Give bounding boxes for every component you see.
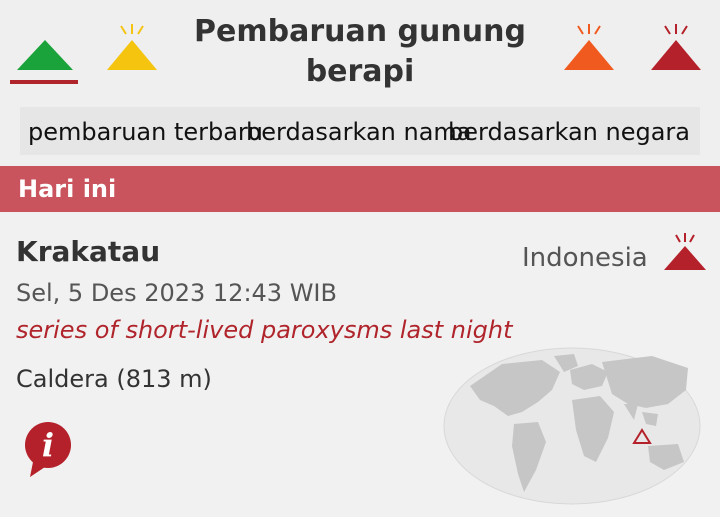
yellow-volcano-icon: [107, 24, 157, 70]
update-note: series of short-lived paroxysms last nig…: [16, 316, 513, 344]
info-icon[interactable]: i: [24, 421, 74, 479]
level-normal-button[interactable]: [12, 18, 78, 88]
red-volcano-icon: [651, 24, 701, 70]
tab-latest[interactable]: pembaruan terbaru: [28, 117, 263, 147]
green-volcano-icon: [17, 40, 73, 70]
volcano-name: Krakatau: [16, 235, 161, 268]
tab-by-name[interactable]: berdasarkan nama: [246, 117, 472, 147]
world-map-icon: [443, 347, 701, 505]
section-header: Hari ini: [0, 166, 720, 212]
tab-by-country[interactable]: berdasarkan negara: [448, 117, 690, 147]
level-advisory-button[interactable]: [99, 18, 165, 88]
tab-bar: pembaruan terbaru berdasarkan nama berda…: [20, 107, 700, 155]
volcano-type: Caldera (813 m): [16, 365, 212, 393]
page-title: Pembaruan gunung berapi: [194, 14, 526, 89]
volcano-country: Indonesia: [522, 243, 648, 273]
volcano-card[interactable]: Krakatau Sel, 5 Des 2023 12:43 WIB serie…: [0, 213, 720, 517]
level-watch-button[interactable]: [556, 18, 622, 88]
selected-level-underline: [10, 80, 78, 84]
orange-volcano-icon: [564, 24, 614, 70]
header: Pembaruan gunung berapi: [0, 0, 720, 100]
level-warning-button[interactable]: [643, 18, 709, 88]
update-datetime: Sel, 5 Des 2023 12:43 WIB: [16, 279, 337, 307]
svg-text:i: i: [42, 426, 54, 464]
erupting-volcano-icon: [664, 233, 706, 270]
